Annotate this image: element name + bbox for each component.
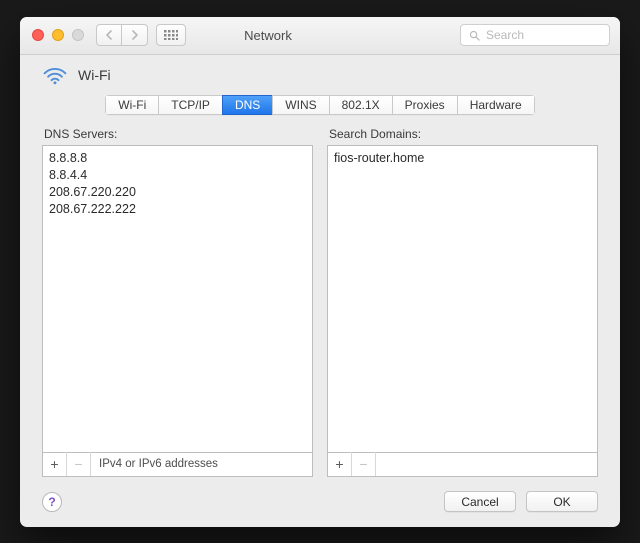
search-field[interactable]: Search — [460, 24, 610, 46]
help-button[interactable]: ? — [42, 492, 62, 512]
domain-add-button[interactable]: + — [328, 452, 352, 476]
dns-server-item[interactable]: 8.8.8.8 — [49, 150, 306, 167]
search-domains-label: Search Domains: — [329, 127, 598, 141]
maximize-window-button — [72, 29, 84, 41]
connection-name: Wi-Fi — [78, 67, 111, 83]
tab-bar: Wi-FiTCP/IPDNSWINS802.1XProxiesHardware — [20, 89, 620, 127]
minimize-window-button[interactable] — [52, 29, 64, 41]
dns-remove-button[interactable]: − — [67, 452, 91, 476]
tab-dns[interactable]: DNS — [222, 95, 272, 115]
dns-servers-column: DNS Servers: 8.8.8.88.8.4.4208.67.220.22… — [42, 127, 313, 477]
close-window-button[interactable] — [32, 29, 44, 41]
wifi-icon — [42, 65, 68, 85]
dns-servers-toolbar: + − IPv4 or IPv6 addresses — [42, 453, 313, 477]
dns-servers-label: DNS Servers: — [44, 127, 313, 141]
search-domain-item[interactable]: fios-router.home — [334, 150, 591, 167]
dns-server-item[interactable]: 8.8.4.4 — [49, 167, 306, 184]
search-domains-list[interactable]: fios-router.home — [327, 145, 598, 453]
tab-wins[interactable]: WINS — [272, 95, 328, 115]
dns-servers-list[interactable]: 8.8.8.88.8.4.4208.67.220.220208.67.222.2… — [42, 145, 313, 453]
network-preferences-window: Network Search Wi-Fi Wi-FiTCP/IPDNSWINS8… — [20, 17, 620, 527]
title-bar: Network Search — [20, 17, 620, 55]
dns-add-button[interactable]: + — [43, 452, 67, 476]
dns-hint: IPv4 or IPv6 addresses — [91, 458, 218, 470]
tab-proxies[interactable]: Proxies — [392, 95, 457, 115]
connection-header: Wi-Fi — [20, 55, 620, 89]
domain-remove-button[interactable]: − — [352, 452, 376, 476]
dns-panel: DNS Servers: 8.8.8.88.8.4.4208.67.220.22… — [42, 127, 598, 477]
window-title: Network — [84, 28, 452, 43]
window-controls — [30, 29, 84, 41]
tab-tcpip[interactable]: TCP/IP — [158, 95, 222, 115]
dialog-footer: ? Cancel OK — [20, 477, 620, 527]
cancel-button[interactable]: Cancel — [444, 491, 516, 512]
dns-server-item[interactable]: 208.67.222.222 — [49, 201, 306, 218]
search-domains-column: Search Domains: fios-router.home + − — [327, 127, 598, 477]
search-domains-toolbar: + − — [327, 453, 598, 477]
tab-8021x[interactable]: 802.1X — [329, 95, 392, 115]
search-icon — [469, 30, 480, 41]
tab-hardware[interactable]: Hardware — [457, 95, 535, 115]
dns-server-item[interactable]: 208.67.220.220 — [49, 184, 306, 201]
ok-button[interactable]: OK — [526, 491, 598, 512]
tab-wifi[interactable]: Wi-Fi — [105, 95, 158, 115]
search-placeholder: Search — [486, 28, 524, 42]
